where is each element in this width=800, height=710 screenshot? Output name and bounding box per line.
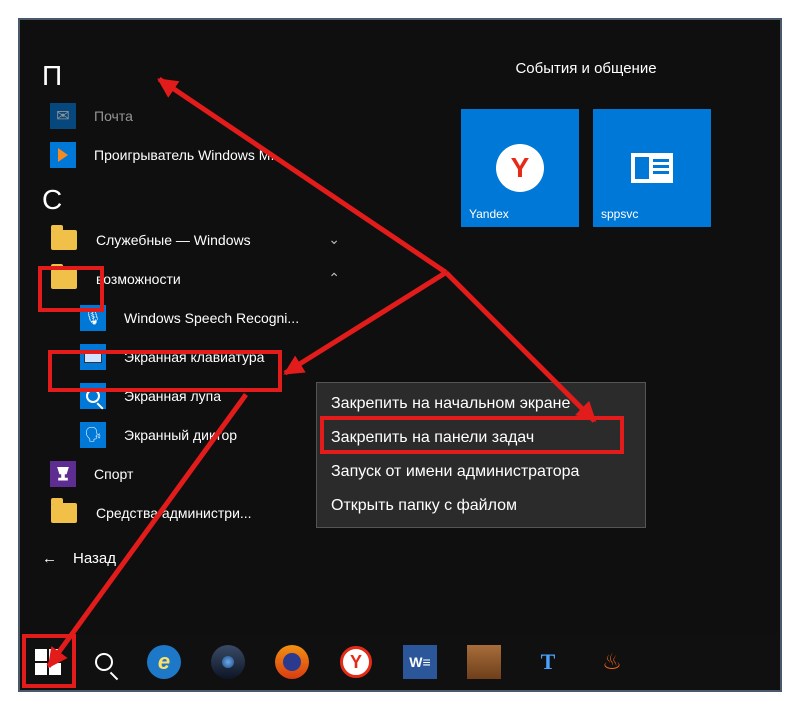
apps-list: П ✉ Почта Проигрыватель Windows M... С С…: [20, 20, 340, 578]
taskbar-srware[interactable]: [200, 634, 256, 690]
trophy-icon: [50, 461, 76, 487]
back-label: Назад: [73, 550, 116, 567]
news-icon: [631, 153, 673, 183]
start-menu: П ✉ Почта Проигрыватель Windows M... С С…: [20, 20, 780, 638]
chevron-up-icon: ⌃: [328, 270, 340, 287]
mail-icon: ✉: [50, 103, 76, 129]
tile-label: sppsvc: [601, 207, 638, 221]
keyboard-icon: [80, 344, 106, 370]
app-on-screen-keyboard[interactable]: Экранная клавиатура: [20, 337, 340, 376]
app-wmp[interactable]: Проигрыватель Windows M...: [20, 135, 340, 174]
tile-sppsvc[interactable]: sppsvc: [593, 109, 711, 227]
t-letter-icon: T: [531, 645, 565, 679]
media-player-icon: [50, 142, 76, 168]
firefox-icon: [275, 645, 309, 679]
tiles-panel: События и общение Y Yandex sppsvc: [416, 20, 756, 227]
taskbar-item-7[interactable]: T: [520, 634, 576, 690]
back-arrow-icon: ←: [42, 550, 57, 567]
ctx-open-file-location[interactable]: Открыть папку с файлом: [317, 489, 645, 523]
app-speech-recognition[interactable]: 🎙 Windows Speech Recogni...: [20, 298, 340, 337]
app-label: Спорт: [94, 466, 340, 482]
app-label: возможности: [96, 271, 320, 287]
magnifier-icon: [80, 383, 106, 409]
word-icon: W≡: [403, 645, 437, 679]
app-label: Экранная клавиатура: [124, 349, 340, 365]
app-narrator[interactable]: 🗣 Экранный диктор: [20, 415, 340, 454]
folder-icon: [50, 499, 78, 527]
ctx-run-as-admin[interactable]: Запуск от имени администратора: [317, 455, 645, 489]
flame-icon: ♨: [595, 645, 629, 679]
globe-browser-icon: [211, 645, 245, 679]
tile-yandex[interactable]: Y Yandex: [461, 109, 579, 227]
context-menu: Закрепить на начальном экране Закрепить …: [316, 382, 646, 528]
app-sport[interactable]: Спорт: [20, 454, 340, 493]
microphone-icon: 🎙: [80, 305, 106, 331]
app-label: Служебные — Windows: [96, 232, 320, 248]
app-magnifier[interactable]: Экранная лупа: [20, 376, 340, 415]
yandex-icon: Y: [496, 144, 544, 192]
taskbar-yandex[interactable]: Y: [328, 634, 384, 690]
taskbar-item-8[interactable]: ♨: [584, 634, 640, 690]
folder-icon: [50, 226, 78, 254]
app-label: Проигрыватель Windows M...: [94, 147, 340, 163]
search-icon: [95, 653, 113, 671]
taskbar: e Y W≡ T ♨: [20, 634, 780, 690]
app-label: Экранный диктор: [124, 427, 340, 443]
app-label: Почта: [94, 108, 340, 124]
app-ease-of-access[interactable]: возможности ⌃: [20, 259, 340, 298]
taskbar-item-6[interactable]: [456, 634, 512, 690]
internet-explorer-icon: e: [147, 645, 181, 679]
app-windows-utilities[interactable]: Служебные — Windows ⌄: [20, 220, 340, 259]
back-button[interactable]: ← Назад: [20, 538, 340, 578]
section-letter-p[interactable]: П: [42, 60, 340, 92]
taskbar-firefox[interactable]: [264, 634, 320, 690]
app-label: Средства администри...: [96, 505, 320, 521]
tile-group-title[interactable]: События и общение: [416, 60, 756, 77]
ctx-pin-to-start[interactable]: Закрепить на начальном экране: [317, 387, 645, 421]
app-label: Windows Speech Recogni...: [124, 310, 340, 326]
yandex-icon: Y: [340, 646, 372, 678]
narrator-icon: 🗣: [80, 422, 106, 448]
folder-icon: [50, 265, 78, 293]
ctx-pin-to-taskbar[interactable]: Закрепить на панели задач: [317, 421, 645, 455]
app-mail[interactable]: ✉ Почта: [20, 96, 340, 135]
chevron-down-icon: ⌄: [328, 231, 340, 248]
section-letter-c[interactable]: С: [42, 184, 340, 216]
app-label: Экранная лупа: [124, 388, 340, 404]
search-button[interactable]: [76, 634, 132, 690]
taskbar-word[interactable]: W≡: [392, 634, 448, 690]
taskbar-ie[interactable]: e: [136, 634, 192, 690]
start-button[interactable]: [20, 634, 76, 690]
package-icon: [467, 645, 501, 679]
tile-label: Yandex: [469, 207, 509, 221]
app-admin-tools[interactable]: Средства администри... ⌄: [20, 493, 340, 532]
windows-logo-icon: [35, 649, 61, 675]
